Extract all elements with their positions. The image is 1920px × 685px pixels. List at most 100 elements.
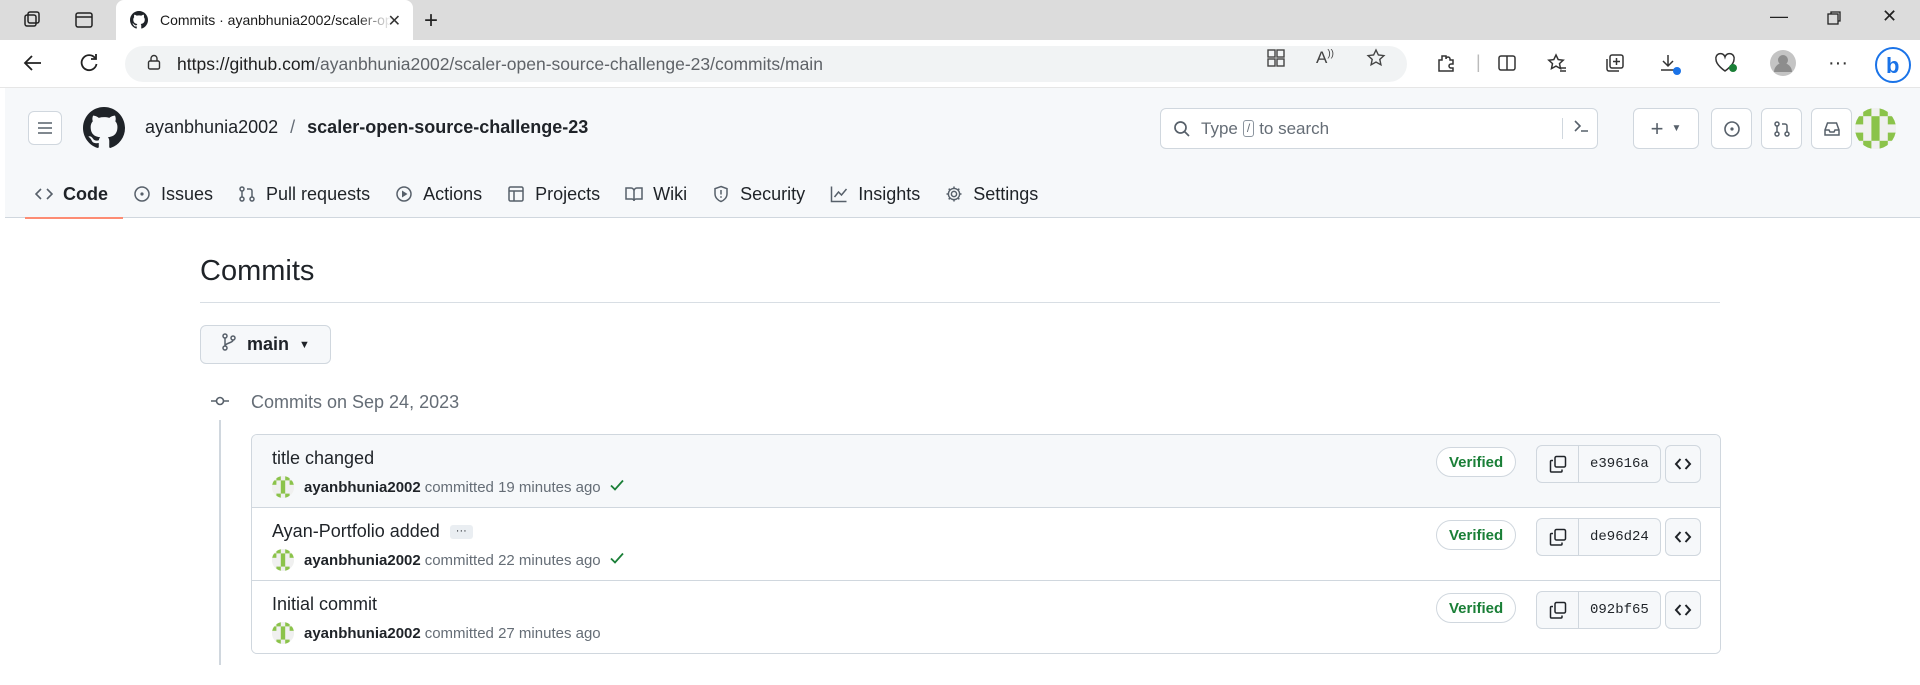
code-icon bbox=[1674, 458, 1692, 470]
verified-badge[interactable]: Verified bbox=[1436, 447, 1517, 477]
favorites-icon[interactable] bbox=[1546, 52, 1568, 79]
tab-security[interactable]: Security bbox=[702, 170, 820, 218]
author-link[interactable]: ayanbhunia2002 bbox=[304, 479, 421, 496]
copy-sha-button[interactable] bbox=[1537, 519, 1579, 555]
tab-label: Wiki bbox=[653, 183, 688, 204]
sha-button-group: e39616a bbox=[1536, 445, 1661, 483]
extensions-icon[interactable] bbox=[1434, 52, 1456, 79]
close-tab-icon[interactable]: ✕ bbox=[388, 11, 401, 31]
split-screen-icon[interactable] bbox=[1496, 52, 1518, 79]
url-path: /ayanbhunia2002/scaler-open-source-chall… bbox=[315, 53, 823, 74]
inbox-button[interactable] bbox=[1811, 108, 1852, 149]
new-tab-icon[interactable]: + bbox=[424, 7, 438, 35]
tab-label: Projects bbox=[535, 183, 601, 204]
pull-request-icon bbox=[1773, 120, 1790, 137]
branch-select-button[interactable]: main ▼ bbox=[200, 325, 331, 364]
breadcrumb: ayanbhunia2002 / scaler-open-source-challe… bbox=[145, 117, 588, 138]
close-window-icon[interactable]: ✕ bbox=[1882, 6, 1897, 27]
favorite-star-icon[interactable] bbox=[1366, 48, 1386, 73]
author-link[interactable]: ayanbhunia2002 bbox=[304, 625, 421, 642]
browser-toolbar: https://github.com/ayanbhunia2002/scaler… bbox=[0, 40, 1920, 88]
shield-icon bbox=[712, 185, 730, 203]
refresh-icon[interactable] bbox=[78, 52, 100, 80]
command-palette-icon[interactable] bbox=[1562, 118, 1589, 139]
bing-copilot-icon[interactable]: b bbox=[1874, 46, 1912, 89]
tab-label: Settings bbox=[973, 183, 1039, 204]
verified-badge[interactable]: Verified bbox=[1436, 593, 1517, 623]
restore-icon[interactable] bbox=[1826, 6, 1842, 31]
code-icon bbox=[1674, 604, 1692, 616]
commit-sha-link[interactable]: e39616a bbox=[1579, 446, 1660, 482]
profile-avatar-icon[interactable] bbox=[1770, 50, 1796, 81]
author-avatar[interactable] bbox=[272, 622, 294, 644]
tab-code[interactable]: Code bbox=[25, 170, 123, 219]
check-icon[interactable] bbox=[609, 477, 625, 497]
breadcrumb-separator: / bbox=[290, 117, 296, 137]
search-icon bbox=[1174, 120, 1190, 137]
author-avatar[interactable] bbox=[272, 476, 294, 498]
search-placeholder-suffix: to search bbox=[1259, 118, 1330, 138]
commit-message-link[interactable]: Initial commit bbox=[272, 594, 377, 614]
tab-insights[interactable]: Insights bbox=[820, 170, 935, 218]
read-aloud-icon[interactable]: A)) bbox=[1316, 48, 1334, 68]
tab-settings[interactable]: Settings bbox=[935, 170, 1053, 218]
browse-repo-button[interactable] bbox=[1665, 591, 1701, 629]
collections-icon[interactable] bbox=[1604, 52, 1626, 79]
check-icon[interactable] bbox=[609, 550, 625, 570]
downloads-icon[interactable] bbox=[1658, 52, 1682, 81]
user-avatar[interactable] bbox=[1855, 108, 1896, 149]
graph-icon bbox=[830, 185, 848, 203]
github-header: ayanbhunia2002 / scaler-open-source-challe… bbox=[5, 88, 1920, 219]
repo-owner-link[interactable]: ayanbhunia2002 bbox=[145, 117, 278, 137]
copy-sha-button[interactable] bbox=[1537, 592, 1579, 628]
tab-label: Code bbox=[63, 183, 108, 204]
copy-sha-button[interactable] bbox=[1537, 446, 1579, 482]
issue-icon bbox=[133, 185, 151, 203]
address-bar[interactable]: https://github.com/ayanbhunia2002/scaler… bbox=[125, 46, 1407, 82]
minimize-icon[interactable]: — bbox=[1770, 6, 1788, 27]
tab-actions[interactable]: Actions bbox=[385, 170, 497, 218]
workspaces-icon[interactable] bbox=[20, 8, 44, 32]
more-menu-icon[interactable]: ··· bbox=[1828, 52, 1848, 75]
sha-button-group: de96d24 bbox=[1536, 518, 1661, 556]
browser-essentials-icon[interactable] bbox=[1714, 52, 1738, 79]
issues-button[interactable] bbox=[1711, 108, 1752, 149]
repo-nav: Code Issues Pull requests Actions Projec… bbox=[25, 170, 1053, 219]
search-input[interactable]: Type / to search bbox=[1160, 108, 1598, 149]
commit-message-link[interactable]: Ayan-Portfolio added bbox=[272, 521, 440, 541]
url-domain: https://github.com bbox=[177, 53, 316, 74]
gear-icon bbox=[945, 185, 963, 203]
author-avatar[interactable] bbox=[272, 549, 294, 571]
commit-time: 22 minutes ago bbox=[498, 551, 601, 569]
inbox-icon bbox=[1823, 121, 1840, 136]
tab-issues[interactable]: Issues bbox=[123, 170, 228, 218]
create-new-button[interactable]: + ▼ bbox=[1633, 108, 1699, 149]
title-divider bbox=[200, 302, 1720, 303]
tab-wiki[interactable]: Wiki bbox=[615, 170, 702, 218]
active-tab[interactable]: Commits · ayanbhunia2002/scaler-open-sou… bbox=[116, 0, 413, 40]
commit-sha-link[interactable]: de96d24 bbox=[1579, 519, 1660, 555]
author-link[interactable]: ayanbhunia2002 bbox=[304, 552, 421, 569]
pull-requests-button[interactable] bbox=[1761, 108, 1802, 149]
hamburger-menu-button[interactable] bbox=[28, 111, 62, 145]
play-icon bbox=[395, 185, 413, 203]
browser-tab-bar: Commits · ayanbhunia2002/scaler-open-sou… bbox=[0, 0, 1920, 40]
back-icon[interactable] bbox=[22, 52, 44, 80]
lock-icon bbox=[147, 54, 161, 75]
vertical-tabs-icon[interactable] bbox=[72, 8, 96, 32]
commit-sha-link[interactable]: 092bf65 bbox=[1579, 592, 1660, 628]
github-logo-icon[interactable] bbox=[83, 107, 125, 149]
tab-projects[interactable]: Projects bbox=[497, 170, 615, 218]
browse-repo-button[interactable] bbox=[1665, 518, 1701, 556]
search-placeholder-prefix: Type bbox=[1201, 118, 1238, 138]
tab-title: Commits · ayanbhunia2002/scaler-open-sou… bbox=[160, 12, 392, 28]
commit-message-link[interactable]: title changed bbox=[272, 448, 374, 468]
expand-message-button[interactable]: ··· bbox=[449, 525, 473, 540]
tab-pull-requests[interactable]: Pull requests bbox=[228, 170, 385, 218]
browse-repo-button[interactable] bbox=[1665, 445, 1701, 483]
verified-badge[interactable]: Verified bbox=[1436, 520, 1517, 550]
repo-name-link[interactable]: scaler-open-source-challenge-23 bbox=[307, 117, 588, 137]
app-available-icon[interactable] bbox=[1266, 48, 1286, 73]
code-icon bbox=[1674, 531, 1692, 543]
copy-icon bbox=[1549, 455, 1566, 473]
